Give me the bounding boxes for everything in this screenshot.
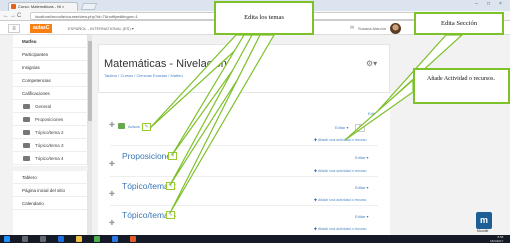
task-view-icon[interactable] bbox=[40, 236, 46, 242]
drawer-item-section-topic4[interactable]: Tópico/tema 4 bbox=[13, 152, 88, 165]
folder-icon bbox=[23, 143, 30, 148]
move-icon[interactable]: ✚ bbox=[109, 219, 115, 227]
add-activity-link-0[interactable]: ✚Añadir una actividad o recurso bbox=[314, 138, 367, 142]
drawer-item-participants[interactable]: Participantes bbox=[13, 48, 88, 61]
back-icon[interactable]: ← bbox=[3, 12, 9, 20]
scrollbar-thumb[interactable] bbox=[88, 41, 92, 121]
maximize-icon[interactable]: □ bbox=[484, 1, 493, 8]
drawer-item-section-topic2[interactable]: Tópico/tema 2 bbox=[13, 126, 88, 139]
taskbar: 8:58 18/3/2017 bbox=[0, 235, 510, 243]
add-activity-link-3[interactable]: ✚Añadir una actividad o recurso bbox=[314, 227, 367, 231]
drawer-item-site-home[interactable]: Página inicial del sitio bbox=[13, 184, 88, 197]
page-title: Matemáticas - Nivelación bbox=[104, 58, 227, 70]
pencil-icon[interactable]: ✎ bbox=[168, 152, 177, 160]
move-icon[interactable]: ✚ bbox=[109, 121, 115, 129]
add-activity-link-2[interactable]: ✚Añadir una actividad o recurso bbox=[314, 198, 367, 202]
course-edit-menu[interactable]: Editar ▾ bbox=[368, 111, 382, 116]
activity-link-avisos[interactable]: Avisos bbox=[128, 124, 140, 129]
taskbar-clock[interactable]: 8:58 18/3/2017 bbox=[490, 235, 503, 243]
chrome-icon[interactable] bbox=[94, 236, 100, 242]
callout-edit-section: Edita Sección bbox=[414, 12, 504, 35]
section-divider bbox=[110, 205, 378, 206]
minimize-icon[interactable]: – bbox=[472, 1, 481, 8]
nav-drawer: Matfeu Participantes Insignias Competenc… bbox=[13, 35, 88, 235]
pencil-icon[interactable]: ✎ bbox=[142, 123, 151, 131]
gear-icon[interactable]: ⚙▾ bbox=[366, 59, 377, 68]
messages-icon[interactable]: ✉ bbox=[350, 25, 354, 31]
edge-icon[interactable] bbox=[58, 236, 64, 242]
word-icon[interactable] bbox=[112, 236, 118, 242]
drawer-item-dashboard[interactable]: Tablero bbox=[13, 171, 88, 184]
pencil-icon[interactable]: ✎ bbox=[166, 211, 175, 219]
drawer-item-calendar[interactable]: Calendario bbox=[13, 197, 88, 210]
folder-icon bbox=[23, 117, 30, 122]
new-tab-button[interactable] bbox=[80, 3, 98, 10]
drawer-item-grades[interactable]: Calificaciones bbox=[13, 87, 88, 100]
screen: Curso: Matemáticas - Ni × – □ × ← → C lo… bbox=[0, 0, 510, 243]
close-window-icon[interactable]: × bbox=[496, 1, 505, 8]
drawer-item-course[interactable]: Matfeu bbox=[13, 35, 88, 48]
section-edit-menu-1[interactable]: Editar ▾ bbox=[355, 155, 369, 160]
folder-icon bbox=[23, 130, 30, 135]
user-icon[interactable]: ♟ bbox=[355, 124, 365, 132]
windows-start-icon[interactable] bbox=[4, 236, 10, 242]
move-icon[interactable]: ✚ bbox=[109, 160, 115, 168]
callout-edit-topics: Edita los temas bbox=[214, 1, 314, 35]
section-edit-menu-3[interactable]: Editar ▾ bbox=[355, 214, 369, 219]
browser-tab[interactable]: Curso: Matemáticas - Ni × bbox=[8, 2, 78, 11]
hamburger-icon[interactable]: ≡ bbox=[8, 24, 20, 33]
moodle-logo: m bbox=[476, 212, 492, 229]
forum-icon bbox=[118, 123, 125, 129]
folder-icon bbox=[23, 156, 30, 161]
file-explorer-icon[interactable] bbox=[76, 236, 82, 242]
user-name[interactable]: Susana Alarcón bbox=[358, 25, 386, 33]
app-icon[interactable] bbox=[130, 236, 136, 242]
site-brand[interactable]: aulasC bbox=[30, 24, 53, 33]
section-edit-menu-0[interactable]: Editar ▾ bbox=[335, 125, 349, 130]
drawer-item-section-general[interactable]: General bbox=[13, 100, 88, 113]
drawer-item-section-proposiciones[interactable]: Proposiciones bbox=[13, 113, 88, 126]
tab-title: Curso: Matemáticas - Ni × bbox=[18, 4, 65, 9]
drawer-item-competencies[interactable]: Competencias bbox=[13, 74, 88, 87]
language-menu[interactable]: ESPAÑOL - INTERNATIONAL (ES) ▾ bbox=[68, 24, 134, 33]
moodle-favicon-icon bbox=[11, 4, 16, 9]
pencil-icon[interactable]: ✎ bbox=[166, 182, 175, 190]
section-divider bbox=[110, 145, 378, 146]
clock-date: 18/3/2017 bbox=[490, 239, 504, 243]
forward-icon[interactable]: → bbox=[10, 12, 16, 20]
avatar[interactable] bbox=[390, 23, 401, 34]
moodle-logo-caption: Moodle bbox=[477, 229, 489, 233]
breadcrumb[interactable]: Tablero / Cursos / Ciencias Exactas / Ma… bbox=[104, 73, 183, 78]
drawer-item-badges[interactable]: Insignias bbox=[13, 61, 88, 74]
add-activity-link-1[interactable]: ✚Añadir una actividad o recurso bbox=[314, 169, 367, 173]
move-icon[interactable]: ✚ bbox=[109, 190, 115, 198]
drawer-scrollbar[interactable] bbox=[88, 35, 92, 235]
drawer-item-section-topic3[interactable]: Tópico/tema 3 bbox=[13, 139, 88, 152]
callout-add-activity: Añade Actividad o recursos. bbox=[413, 68, 510, 104]
folder-icon bbox=[23, 104, 30, 109]
section-divider bbox=[110, 176, 378, 177]
section-edit-menu-2[interactable]: Editar ▾ bbox=[355, 185, 369, 190]
reload-icon[interactable]: C bbox=[17, 12, 21, 20]
search-icon[interactable] bbox=[22, 236, 28, 242]
